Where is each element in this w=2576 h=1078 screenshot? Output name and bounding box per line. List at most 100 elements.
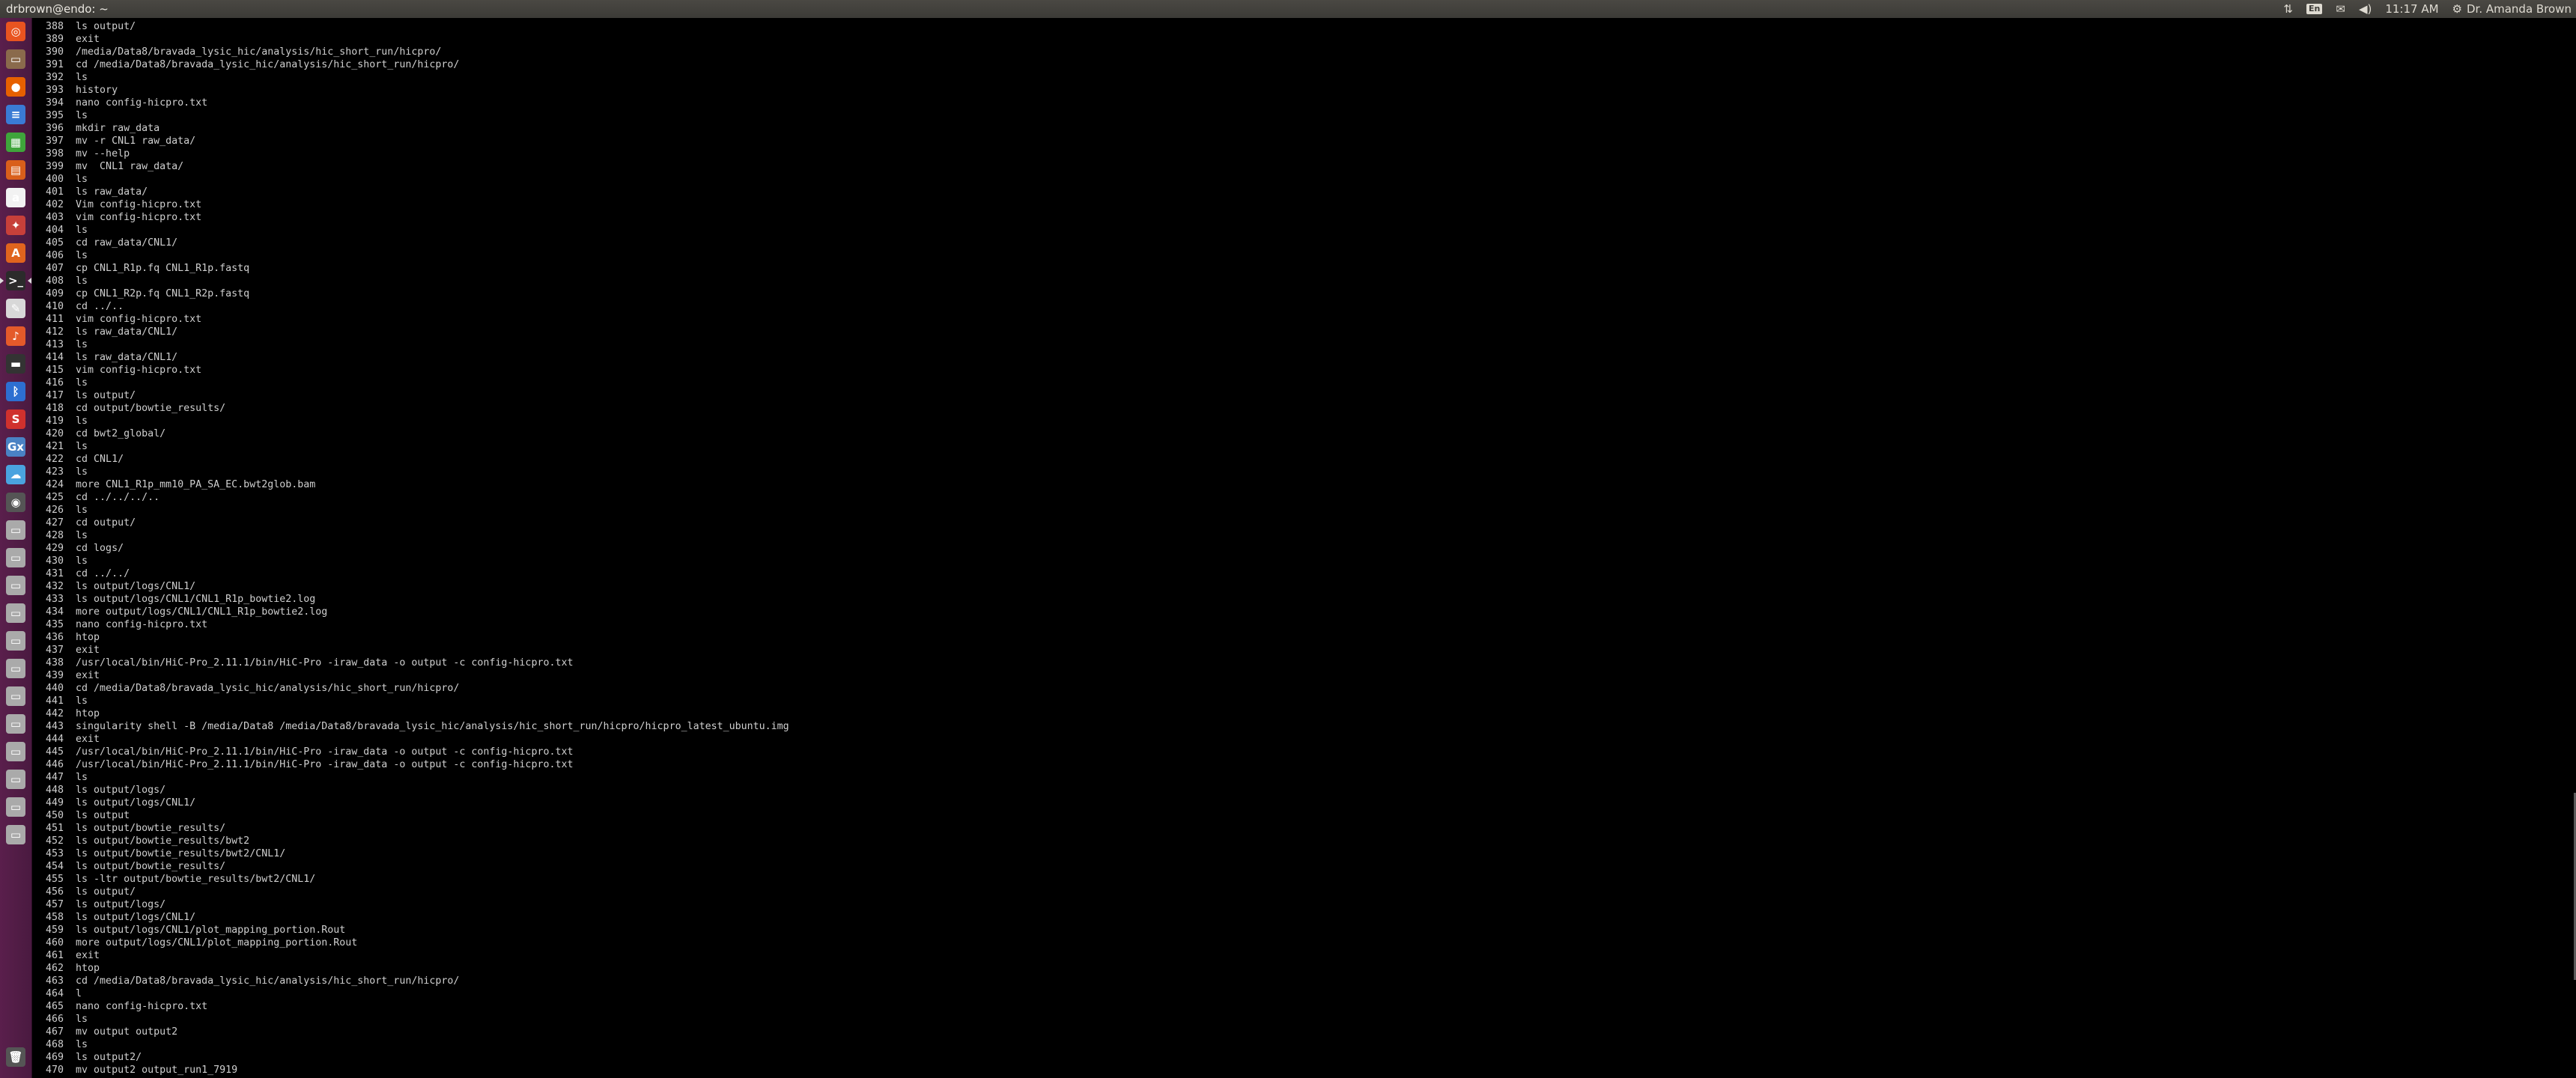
launcher-amazon[interactable]: a: [3, 186, 28, 210]
history-command: mv output2 output_run1_7919: [76, 1065, 238, 1076]
history-line: 438 /usr/local/bin/HiC-Pro_2.11.1/bin/Hi…: [46, 657, 2576, 669]
launcher-software[interactable]: A: [3, 241, 28, 265]
history-line: 426 ls: [46, 504, 2576, 517]
history-number: 426: [46, 505, 64, 516]
history-line: 424 more CNL1_R1p_mm10_PA_SA_EC.bwt2glob…: [46, 478, 2576, 491]
history-number: 467: [46, 1026, 64, 1038]
history-command: ls: [76, 441, 88, 452]
launcher-drive-icon-3[interactable]: ▭: [3, 573, 28, 597]
history-number: 408: [46, 275, 64, 287]
history-number: 414: [46, 352, 64, 363]
launcher-drive-icon-9[interactable]: ▭: [3, 740, 28, 764]
software-icon: A: [6, 243, 25, 263]
history-command: exit: [76, 645, 100, 656]
launcher-drive-icon-4[interactable]: ▭: [3, 601, 28, 625]
launcher-trash[interactable]: 🗑: [3, 1045, 28, 1069]
history-command: mv --help: [76, 148, 130, 159]
launcher-terminal[interactable]: >_: [0, 269, 31, 293]
history-line: 410 cd ../..: [46, 300, 2576, 313]
history-command: ls output/bowtie_results/: [76, 823, 226, 834]
history-command: ls output/logs/: [76, 899, 166, 910]
history-command: exit: [76, 950, 100, 961]
history-number: 468: [46, 1039, 64, 1050]
history-number: 411: [46, 314, 64, 325]
launcher-settings[interactable]: ✦: [3, 213, 28, 237]
history-line: 451 ls output/bowtie_results/: [46, 822, 2576, 835]
history-number: 461: [46, 950, 64, 961]
history-number: 447: [46, 772, 64, 783]
mail-icon[interactable]: ✉: [2336, 0, 2345, 18]
history-line: 461 exit: [46, 949, 2576, 962]
launcher-writer[interactable]: ≡: [3, 103, 28, 127]
launcher-vector[interactable]: S: [3, 407, 28, 431]
launcher-text-editor[interactable]: ✎: [3, 296, 28, 320]
history-number: 395: [46, 110, 64, 121]
user-menu[interactable]: ⚙ Dr. Amanda Brown: [2452, 0, 2572, 18]
launcher-drive-icon-12[interactable]: ▭: [3, 823, 28, 847]
drive-icon-10: ▭: [6, 770, 25, 789]
launcher-drive-icon-8[interactable]: ▭: [3, 712, 28, 736]
history-number: 409: [46, 288, 64, 299]
history-command: ls: [76, 1039, 88, 1050]
launcher-impress[interactable]: ▤: [3, 158, 28, 182]
window-title: drbrown@endo: ~: [6, 2, 109, 16]
launcher-files[interactable]: ▭: [3, 47, 28, 71]
history-command: ls output/bowtie_results/: [76, 861, 226, 872]
history-line: 416 ls: [46, 377, 2576, 389]
history-number: 415: [46, 365, 64, 376]
amazon-icon: a: [6, 188, 25, 207]
history-number: 421: [46, 441, 64, 452]
history-command: ls: [76, 72, 88, 83]
history-command: vim config-hicpro.txt: [76, 365, 202, 376]
launcher-gimp[interactable]: Gx: [3, 435, 28, 459]
launcher-drive-icon-7[interactable]: ▭: [3, 684, 28, 708]
impress-icon: ▤: [6, 160, 25, 180]
history-command: htop: [76, 963, 100, 974]
history-command: ls output/logs/CNL1/plot_mapping_portion…: [76, 925, 346, 936]
launcher-bluetooth[interactable]: ᛒ: [3, 380, 28, 404]
launcher-drive-icon-2[interactable]: ▭: [3, 546, 28, 570]
history-number: 389: [46, 34, 64, 45]
history-line: 391 cd /media/Data8/bravada_lysic_hic/an…: [46, 58, 2576, 71]
history-line: 470 mv output2 output_run1_7919: [46, 1064, 2576, 1077]
history-number: 456: [46, 886, 64, 898]
ubuntu-dash-icon: ◎: [6, 22, 25, 41]
history-number: 388: [46, 21, 64, 32]
launcher-browser[interactable]: ☁: [3, 463, 28, 487]
history-number: 431: [46, 568, 64, 579]
history-line: 469 ls output2/: [46, 1051, 2576, 1064]
history-number: 458: [46, 912, 64, 923]
history-number: 399: [46, 161, 64, 172]
files-icon: ▭: [6, 49, 25, 69]
launcher-drive-icon-11[interactable]: ▭: [3, 795, 28, 819]
network-icon[interactable]: ⇅: [2283, 0, 2293, 18]
history-number: 430: [46, 555, 64, 567]
launcher-drive-icon-10[interactable]: ▭: [3, 767, 28, 791]
history-number: 448: [46, 785, 64, 796]
trash-icon: 🗑: [6, 1047, 25, 1067]
launcher-drive-icon-1[interactable]: ▭: [3, 518, 28, 542]
launcher-firefox[interactable]: ●: [3, 75, 28, 99]
history-line: 413 ls: [46, 338, 2576, 351]
history-command: mv output output2: [76, 1026, 178, 1038]
launcher-chrome[interactable]: ◉: [3, 490, 28, 514]
user-name: Dr. Amanda Brown: [2466, 2, 2572, 16]
launcher-ubuntu-dash[interactable]: ◎: [3, 19, 28, 43]
terminal-window[interactable]: 388 ls output/389 exit 390 /media/Data8/b…: [32, 18, 2576, 1078]
launcher-drive-icon-6[interactable]: ▭: [3, 657, 28, 680]
history-command: singularity shell -B /media/Data8 /media…: [76, 721, 789, 732]
launcher-drive-icon-5[interactable]: ▭: [3, 629, 28, 653]
history-number: 423: [46, 466, 64, 478]
history-number: 398: [46, 148, 64, 159]
launcher-system-monitor[interactable]: ▬: [3, 352, 28, 376]
drive-icon-1: ▭: [6, 520, 25, 540]
launcher-rhythmbox[interactable]: ♪: [3, 324, 28, 348]
history-line: 457 ls output/logs/: [46, 898, 2576, 911]
launcher-calc[interactable]: ▦: [3, 130, 28, 154]
history-command: htop: [76, 632, 100, 643]
clock[interactable]: 11:17 AM: [2385, 0, 2438, 18]
history-command: cd ../..: [76, 301, 124, 312]
volume-icon[interactable]: ◀): [2359, 0, 2372, 18]
history-command: cd raw_data/CNL1/: [76, 237, 178, 249]
keyboard-layout-indicator[interactable]: En: [2306, 4, 2323, 14]
